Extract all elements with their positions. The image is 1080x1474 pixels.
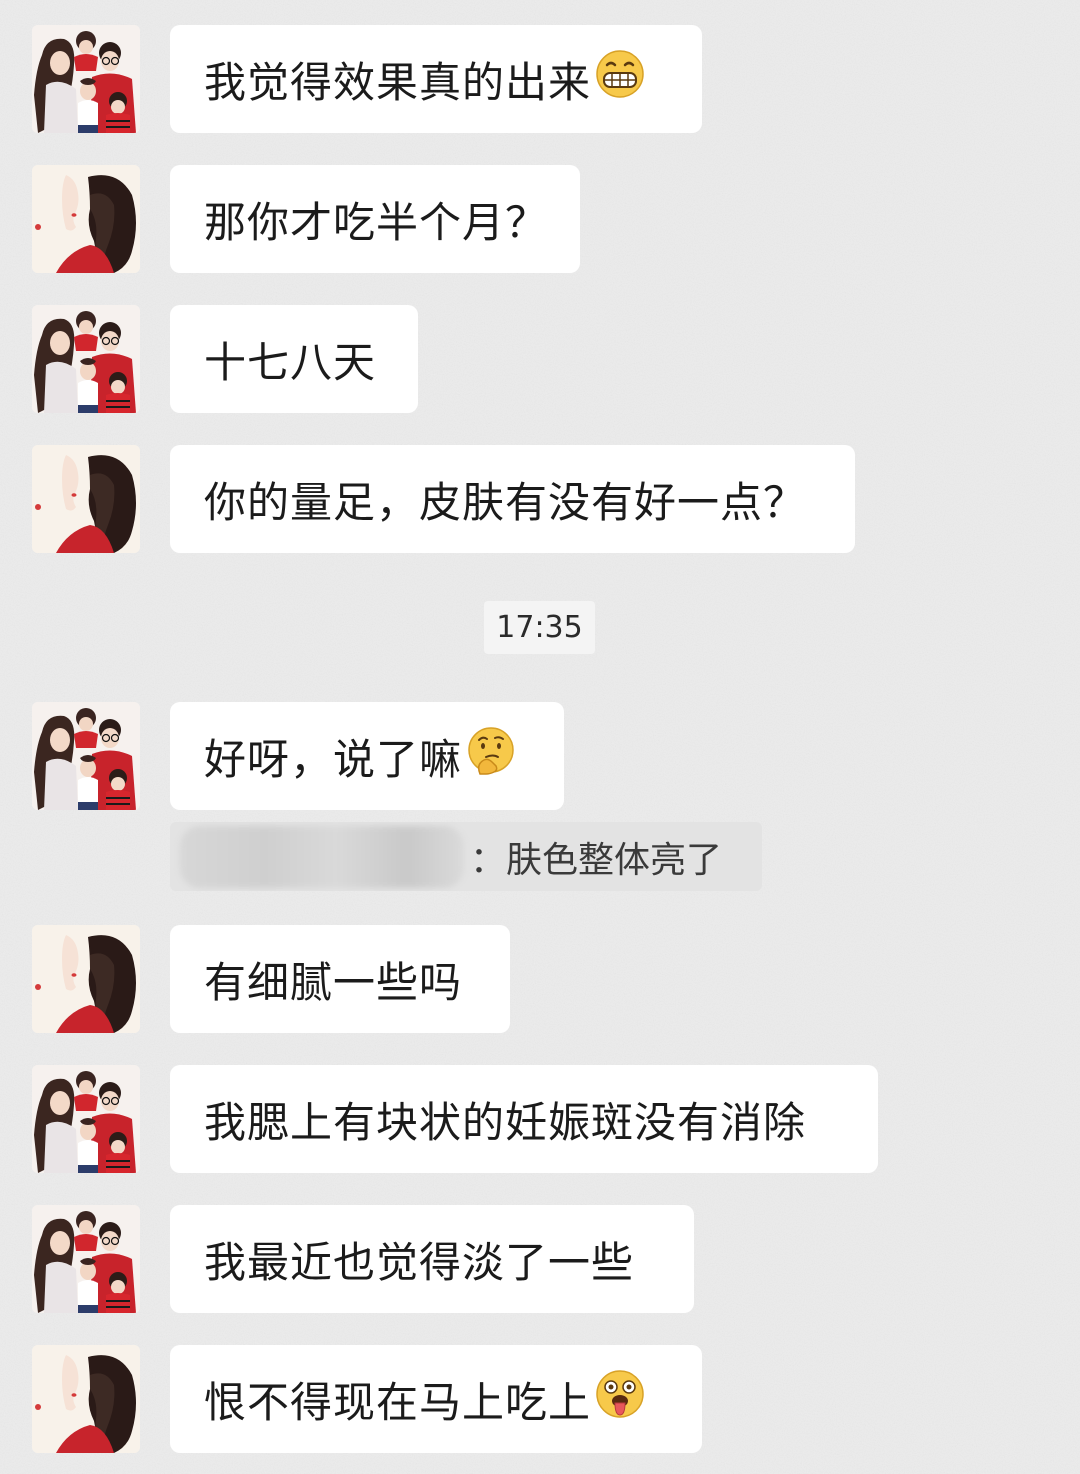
avatar[interactable] [32,445,140,553]
message-bubble[interactable]: 好呀，说了嘛 [170,702,564,810]
message-bubble[interactable]: 恨不得现在马上吃上 [170,1345,702,1453]
message-bubble[interactable]: 我腮上有块状的妊娠斑没有消除 [170,1065,878,1173]
grinning-face-icon [591,49,645,109]
message-row: 好呀，说了嘛 [32,702,564,810]
message-text: 那你才吃半个月？ [204,197,549,247]
message-bubble[interactable]: 有细腻一些吗 [170,925,510,1033]
avatar[interactable] [32,1205,140,1313]
avatar[interactable] [32,165,140,273]
thinking-face-icon [462,726,516,786]
message-bubble[interactable]: 那你才吃半个月？ [170,165,580,273]
message-row: 我腮上有块状的妊娠斑没有消除 [32,1065,878,1173]
avatar[interactable] [32,1065,140,1173]
avatar[interactable] [32,702,140,810]
message-text: 十七八天 [204,337,377,387]
message-text: 我觉得效果真的出来 [204,57,592,107]
starstruck-tongue-face-icon [591,1369,645,1429]
message-bubble[interactable]: 十七八天 [170,305,418,413]
message-text: 有细腻一些吗 [204,957,463,1007]
message-row: 我最近也觉得淡了一些 [32,1205,694,1313]
message-row: 十七八天 [32,305,418,413]
message-text: 好呀，说了嘛 [204,734,463,784]
avatar[interactable] [32,1345,140,1453]
message-bubble[interactable]: 我觉得效果真的出来 [170,25,702,133]
avatar[interactable] [32,305,140,413]
message-bubble[interactable]: 我最近也觉得淡了一些 [170,1205,694,1313]
quoted-reply[interactable]: ：肤色整体亮了 [170,822,762,891]
message-row: 有细腻一些吗 [32,925,510,1033]
timestamp: 17:35 [484,601,595,654]
avatar[interactable] [32,925,140,1033]
message-text: 你的量足，皮肤有没有好一点？ [204,477,807,527]
message-row: 你的量足，皮肤有没有好一点？ [32,445,855,553]
message-text: 恨不得现在马上吃上 [204,1377,592,1427]
quoted-text: ：肤色整体亮了 [470,839,723,881]
message-row: 恨不得现在马上吃上 [32,1345,702,1453]
message-row: 那你才吃半个月？ [32,165,580,273]
message-text: 我腮上有块状的妊娠斑没有消除 [204,1097,807,1147]
avatar[interactable] [32,25,140,133]
message-bubble[interactable]: 你的量足，皮肤有没有好一点？ [170,445,855,553]
message-text: 我最近也觉得淡了一些 [204,1237,635,1287]
message-row: 我觉得效果真的出来 [32,25,702,133]
blurred-sender-name [180,825,464,888]
